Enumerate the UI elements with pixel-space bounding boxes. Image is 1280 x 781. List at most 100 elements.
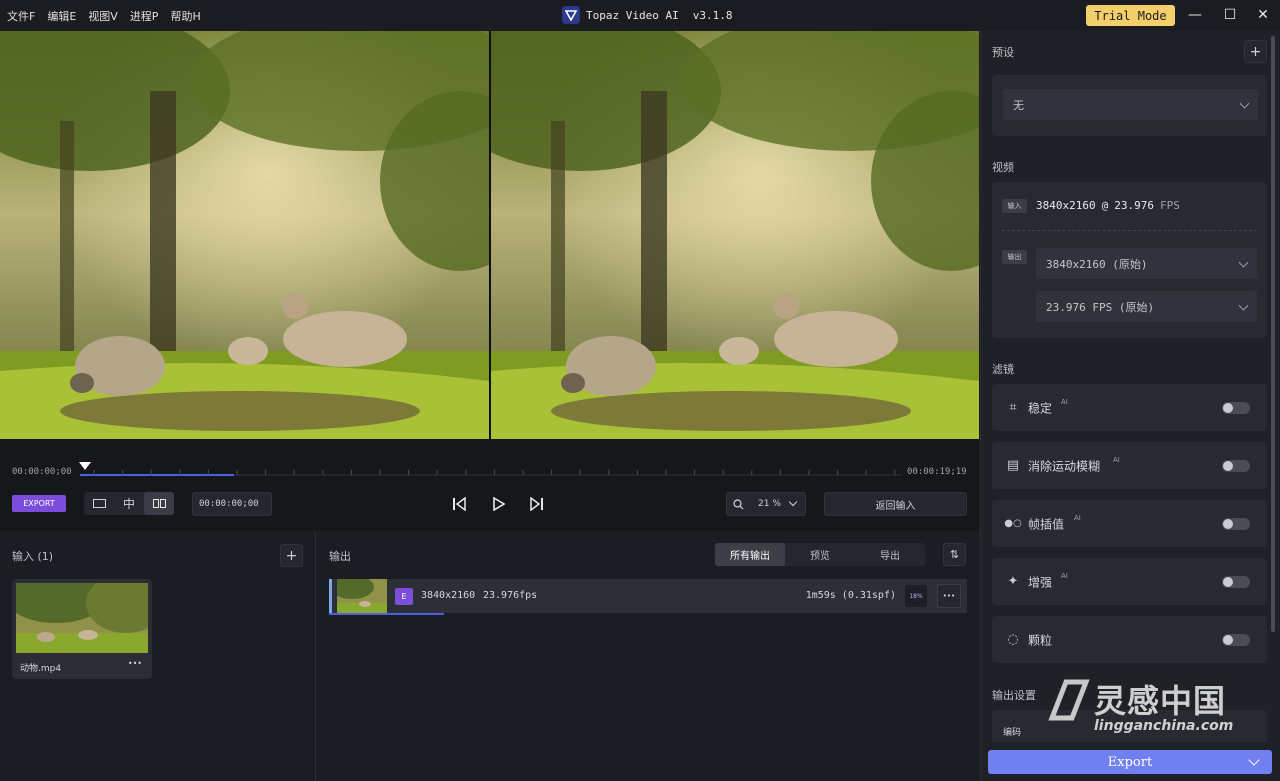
- add-input-button[interactable]: +: [280, 544, 303, 567]
- topaz-logo-icon: [562, 6, 580, 24]
- input-thumbnail: [16, 583, 148, 653]
- chevron-down-icon: [1239, 98, 1250, 109]
- ai-badge: AI: [1074, 514, 1081, 522]
- end-timecode: 00:00:19;19: [907, 467, 967, 477]
- input-fps: 23.976: [1114, 199, 1154, 212]
- codec-card: 编码: [992, 710, 1267, 742]
- preset-value: 无: [1013, 98, 1024, 112]
- zoom-select[interactable]: 21 %: [726, 492, 806, 516]
- grain-toggle[interactable]: [1222, 633, 1250, 646]
- minimize-icon[interactable]: —: [1184, 5, 1206, 25]
- input-resolution: 3840x2160: [1036, 199, 1096, 212]
- tab-export[interactable]: 导出: [855, 543, 925, 566]
- output-thumbnail: [337, 579, 387, 613]
- next-frame-icon[interactable]: [530, 497, 544, 511]
- app-name: Topaz Video AI: [586, 8, 679, 22]
- output-tag: 输出: [1002, 250, 1027, 264]
- stabilize-icon: ⌗: [1009, 400, 1017, 415]
- filter-label: 增强: [1028, 575, 1053, 589]
- chevron-down-icon: [788, 497, 798, 507]
- ai-badge: AI: [1113, 456, 1120, 464]
- output-row[interactable]: E 3840x2160 23.976fps 1m59s (0.31spf) 18…: [329, 579, 967, 613]
- menu-file[interactable]: 文件F: [7, 8, 35, 24]
- current-timecode-input[interactable]: 00:00:00;00: [192, 492, 272, 516]
- export-button-label: Export: [1107, 754, 1153, 770]
- input-at: @: [1101, 199, 1109, 212]
- app-version: v3.1.8: [692, 8, 733, 22]
- output-fps: 23.976fps: [483, 590, 538, 601]
- preset-label: 预设: [992, 46, 1014, 59]
- menu-help[interactable]: 帮助H: [170, 8, 200, 24]
- filter-enhance[interactable]: ✦ 增强 AI: [992, 558, 1267, 605]
- trial-mode-button[interactable]: Trial Mode: [1086, 5, 1175, 26]
- output-more-button[interactable]: •••: [937, 584, 961, 608]
- input-file-card[interactable]: 动物.mp4 •••: [12, 579, 152, 679]
- prev-frame-icon[interactable]: [452, 497, 466, 511]
- timeline-panel: 00:00:00;00 00:00:19;19 EXPORT 中 00:00:0…: [0, 439, 979, 531]
- sidebar-scrollbar[interactable]: [1271, 36, 1275, 632]
- ai-badge: AI: [1061, 398, 1068, 406]
- maximize-icon[interactable]: ☐: [1219, 5, 1241, 25]
- split-view-icon[interactable]: 中: [114, 492, 144, 515]
- app-title: Topaz Video AI v3.1.8: [562, 6, 732, 24]
- timeline-scrubber[interactable]: [76, 459, 906, 479]
- view-mode-group: 中: [84, 492, 174, 515]
- export-button[interactable]: Export: [988, 750, 1272, 774]
- menu-process[interactable]: 进程P: [130, 8, 159, 24]
- ai-badge: AI: [1061, 572, 1068, 580]
- file-more-icon[interactable]: •••: [128, 659, 142, 668]
- tab-all-outputs[interactable]: 所有输出: [715, 543, 785, 566]
- zoom-icon: [733, 498, 744, 509]
- output-time: 1m59s (0.31spf): [805, 590, 896, 601]
- original-frame-image: [0, 31, 489, 439]
- preset-select[interactable]: 无: [1003, 89, 1258, 120]
- add-preset-button[interactable]: +: [1244, 40, 1267, 63]
- return-to-input-button[interactable]: 返回输入: [824, 492, 967, 516]
- chevron-down-icon[interactable]: [1248, 754, 1260, 766]
- output-fps-select[interactable]: 23.976 FPS (原始): [1036, 291, 1257, 322]
- motion-deblur-toggle[interactable]: [1222, 459, 1250, 472]
- outputs-panel: 输出 所有输出 预览 导出 ⇅ E 3840x2160 23.976fps 1m…: [317, 531, 979, 781]
- progress-badge: 18%: [905, 585, 927, 607]
- sort-icon[interactable]: ⇅: [943, 543, 966, 566]
- zoom-value: 21 %: [758, 499, 781, 509]
- chevron-down-icon: [1238, 300, 1249, 311]
- output-progress-bar: [329, 613, 444, 615]
- export-badge: E: [395, 588, 413, 605]
- side-by-side-view-icon[interactable]: [144, 492, 174, 515]
- input-info: 3840x2160 @ 23.976 FPS: [1036, 199, 1180, 212]
- export-tag-button[interactable]: EXPORT: [12, 495, 66, 512]
- filters-label: 滤镜: [992, 363, 1014, 376]
- tab-preview[interactable]: 预览: [785, 543, 855, 566]
- stabilize-toggle[interactable]: [1222, 401, 1250, 414]
- video-divider: [1002, 230, 1257, 231]
- output-fps-value: 23.976 FPS (原始): [1046, 300, 1155, 314]
- preview-original[interactable]: [0, 31, 489, 439]
- chevron-down-icon: [1238, 257, 1249, 268]
- menu-edit[interactable]: 编辑E: [47, 8, 76, 24]
- outputs-title: 输出: [329, 550, 351, 563]
- codec-label: 编码: [1003, 728, 1022, 738]
- filter-label: 颗粒: [1028, 633, 1053, 647]
- filter-stabilize[interactable]: ⌗ 稳定 AI: [992, 384, 1267, 431]
- output-row-indicator: [329, 579, 332, 613]
- close-icon[interactable]: ✕: [1252, 5, 1274, 25]
- play-icon[interactable]: [491, 497, 505, 511]
- filter-motion-deblur[interactable]: ▤ 消除运动模糊 AI: [992, 442, 1267, 489]
- playhead-icon[interactable]: [79, 462, 91, 470]
- filter-frame-interpolation[interactable]: ●○ 帧插值 AI: [992, 500, 1267, 547]
- filter-grain[interactable]: ◌ 颗粒: [992, 616, 1267, 663]
- title-bar: 文件F 编辑E 视图V 进程P 帮助H Topaz Video AI v3.1.…: [0, 0, 1280, 31]
- frame-interpolation-icon: ●○: [1004, 518, 1022, 529]
- input-file-name: 动物.mp4: [20, 664, 62, 674]
- video-label: 视频: [992, 161, 1014, 174]
- preview-enhanced[interactable]: [491, 31, 979, 439]
- menu-view[interactable]: 视图V: [88, 8, 118, 24]
- single-view-icon[interactable]: [84, 492, 114, 515]
- enhance-icon: ✦: [1007, 574, 1019, 589]
- enhance-toggle[interactable]: [1222, 575, 1250, 588]
- filter-label: 稳定: [1028, 401, 1053, 415]
- start-timecode: 00:00:00;00: [12, 467, 72, 477]
- output-resolution-select[interactable]: 3840x2160 (原始): [1036, 248, 1257, 279]
- frame-interpolation-toggle[interactable]: [1222, 517, 1250, 530]
